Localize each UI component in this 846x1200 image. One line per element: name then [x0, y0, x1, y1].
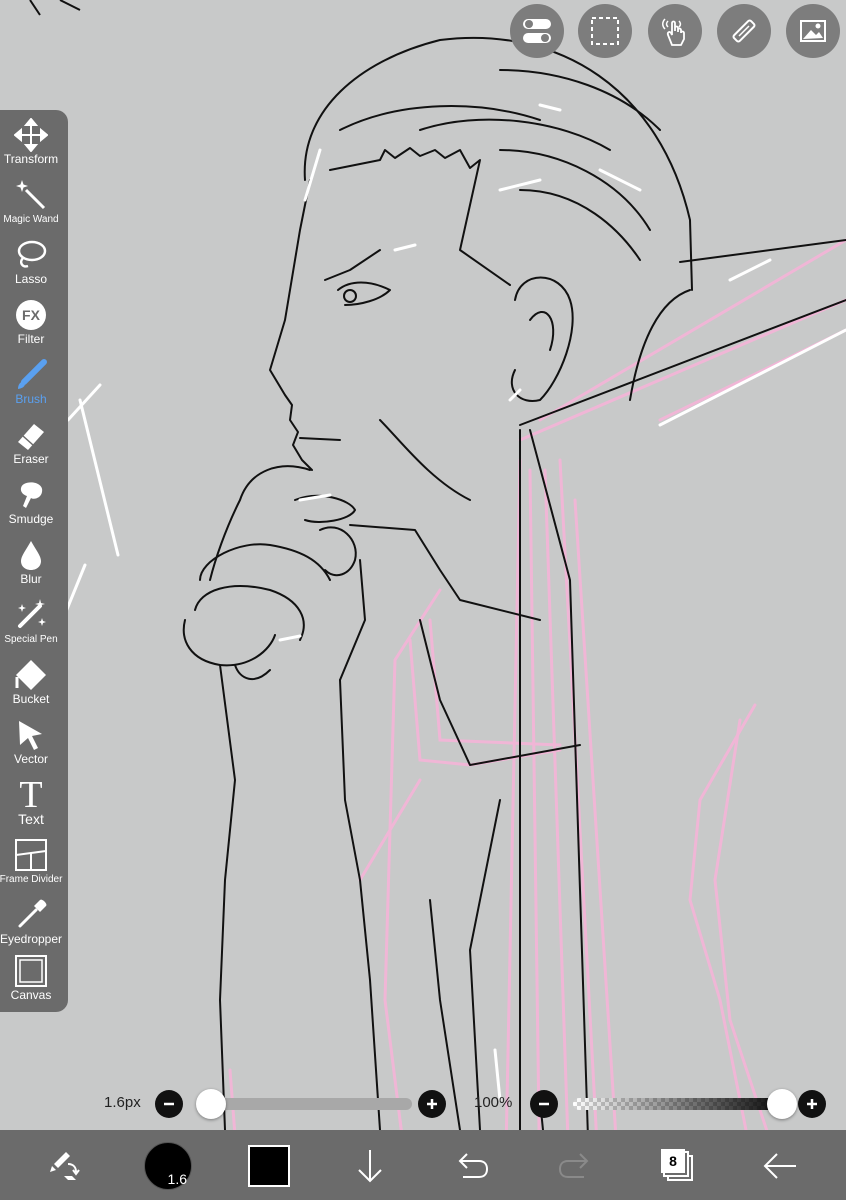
tool-text[interactable]: T Text — [0, 774, 62, 836]
cursor-arrow-icon — [19, 721, 42, 750]
tool-label: Brush — [15, 392, 47, 406]
opacity-increase-button[interactable] — [798, 1090, 826, 1118]
tool-label: Magic Wand — [3, 214, 59, 225]
brush-size-slider-knob[interactable] — [196, 1089, 226, 1119]
tool-brush[interactable]: Brush — [0, 358, 62, 416]
image-button[interactable] — [786, 4, 840, 58]
brush-size-picker[interactable]: 1.6 — [144, 1142, 192, 1190]
arrow-down-icon — [358, 1150, 382, 1183]
undo-icon — [458, 1153, 489, 1178]
fx-glyph: FX — [22, 307, 40, 323]
pink-sketch-layer — [228, 238, 846, 1200]
tool-label: Transform — [3, 152, 59, 166]
brush-size-slider[interactable] — [200, 1098, 412, 1110]
minus-icon — [164, 1102, 174, 1106]
arrow-left-icon — [763, 1153, 796, 1179]
tool-label: Lasso — [14, 272, 48, 286]
bucket-icon — [15, 660, 46, 690]
color-picker-swatch[interactable] — [248, 1145, 290, 1187]
tool-lasso[interactable]: Lasso — [0, 238, 62, 296]
line-art-layer — [182, 36, 846, 1200]
swap-arrows-icon — [50, 1152, 80, 1180]
tool-vector[interactable]: Vector — [0, 718, 62, 776]
ruler-icon — [732, 19, 756, 43]
magic-wand-icon — [16, 180, 46, 210]
tool-eyedropper[interactable]: Eyedropper — [0, 898, 62, 956]
brush-size-increase-button[interactable] — [418, 1090, 446, 1118]
brush-size-decrease-button[interactable] — [155, 1090, 183, 1118]
fx-icon: FX — [16, 300, 46, 330]
undo-button[interactable] — [452, 1148, 492, 1184]
bottom-toolbar: 1.6 8 — [0, 1130, 846, 1200]
tool-panel: Transform Magic Wand Lasso FX Filter Bru… — [0, 110, 68, 1012]
opacity-slider-knob[interactable] — [767, 1089, 797, 1119]
ruler-button[interactable] — [717, 4, 771, 58]
tool-transform[interactable]: Transform — [0, 118, 62, 176]
tool-label: Canvas — [10, 988, 52, 1002]
smudge-icon — [20, 482, 43, 508]
redo-button[interactable] — [555, 1148, 595, 1184]
tool-label: Filter — [17, 332, 45, 346]
tool-blur[interactable]: Blur — [0, 538, 62, 596]
plus-icon — [807, 1099, 817, 1109]
white-highlight-layer — [8, 103, 846, 1102]
tool-canvas[interactable]: Canvas — [0, 954, 62, 1012]
brush-size-badge: 1.6 — [167, 1171, 187, 1187]
gesture-hand-icon — [662, 18, 685, 46]
eraser-icon — [18, 424, 44, 450]
tool-bucket[interactable]: Bucket — [0, 658, 62, 716]
eyedropper-icon — [18, 899, 47, 928]
tool-label: Eyedropper — [0, 932, 63, 946]
sparkle-pen-icon — [18, 599, 46, 628]
move-arrows-icon — [14, 118, 48, 152]
lasso-icon — [17, 240, 47, 268]
frame-divider-icon — [15, 839, 47, 871]
brush-size-label: 1.6px — [104, 1094, 141, 1111]
toggle-icon — [523, 19, 551, 43]
tool-label: Eraser — [13, 452, 49, 466]
layer-count: 8 — [669, 1153, 677, 1169]
back-button[interactable] — [760, 1148, 800, 1184]
brush-icon — [18, 359, 47, 389]
layer-down-button[interactable] — [352, 1146, 388, 1186]
tool-eraser[interactable]: Eraser — [0, 418, 62, 476]
gesture-button[interactable] — [648, 4, 702, 58]
tool-label: Bucket — [12, 692, 50, 706]
tool-special-pen[interactable]: Special Pen — [0, 598, 62, 656]
toggle-button[interactable] — [510, 4, 564, 58]
corner-scribble — [29, 0, 81, 16]
tool-label: Smudge — [8, 512, 54, 526]
redo-icon — [558, 1153, 589, 1178]
tool-filter[interactable]: FX Filter — [0, 298, 62, 356]
opacity-decrease-button[interactable] — [530, 1090, 558, 1118]
tool-label: Vector — [13, 752, 49, 766]
image-icon — [800, 20, 826, 42]
plus-icon — [427, 1099, 437, 1109]
opacity-slider[interactable] — [573, 1098, 791, 1110]
tool-magic-wand[interactable]: Magic Wand — [0, 178, 62, 236]
tool-smudge[interactable]: Smudge — [0, 478, 62, 536]
selection-button[interactable] — [578, 4, 632, 58]
tool-frame-divider[interactable]: Frame Divider — [0, 838, 62, 896]
canvas-square-icon — [15, 955, 47, 987]
droplet-icon — [21, 541, 41, 570]
drawing-canvas[interactable] — [0, 0, 846, 1200]
opacity-label: 100% — [474, 1094, 513, 1111]
tool-label: Special Pen — [4, 634, 58, 645]
layers-button[interactable]: 8 — [658, 1146, 698, 1186]
minus-icon — [539, 1102, 549, 1106]
text-t-icon: T — [19, 774, 43, 816]
quick-menu-button[interactable] — [40, 1144, 88, 1188]
selection-icon — [591, 17, 619, 45]
tool-label: Text — [18, 811, 44, 827]
tool-label: Blur — [20, 572, 42, 586]
tool-label: Frame Divider — [0, 874, 63, 885]
